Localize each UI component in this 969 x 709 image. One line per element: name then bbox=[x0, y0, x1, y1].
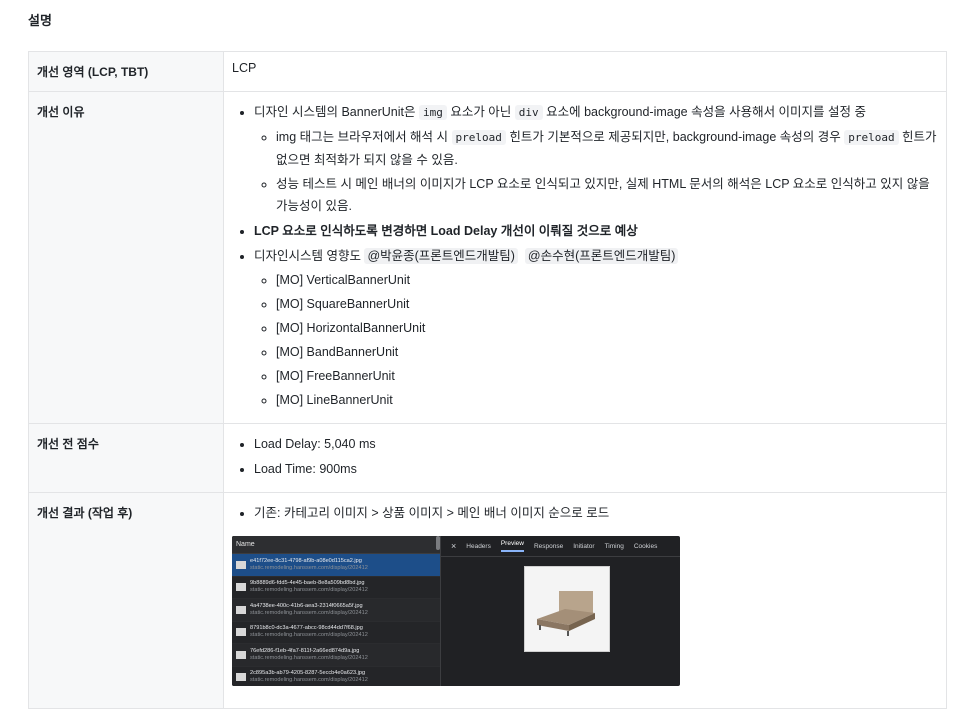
network-request-list: Name e41f72ee-8c31-4798-af9b-a08e0d115ca… bbox=[232, 536, 441, 686]
file-host: static.remodeling.hanssem.com/display/20… bbox=[250, 632, 368, 639]
bullet-list: 디자인 시스템의 BannerUnit은 img 요소가 아닌 div 요소에 … bbox=[232, 101, 938, 411]
file-name: 2c895a3b-ab79-4205-8287-5eccb4e0a623.jpg bbox=[250, 670, 366, 677]
sub-list: img 태그는 브라우저에서 해석 시 preload 힌트가 기본적으로 제공… bbox=[254, 126, 938, 217]
table-row: 개선 전 점수 Load Delay: 5,040 ms Load Time: … bbox=[28, 423, 947, 493]
inline-code: preload bbox=[451, 130, 506, 145]
image-thumbnail-icon bbox=[236, 673, 246, 682]
list-item: 기존: 카테고리 이미지 > 상품 이미지 > 메인 배너 이미지 순으로 로드 bbox=[254, 502, 938, 524]
list-item: 디자인 시스템의 BannerUnit은 img 요소가 아닌 div 요소에 … bbox=[254, 101, 938, 217]
text: 요소에 background-image 속성을 사용해서 이미지를 설정 중 bbox=[542, 105, 866, 119]
bullet-list: 기존: 카테고리 이미지 > 상품 이미지 > 메인 배너 이미지 순으로 로드 bbox=[232, 502, 938, 524]
close-icon: × bbox=[451, 541, 457, 551]
list-item: [MO] FreeBannerUnit bbox=[276, 365, 938, 387]
file-host: static.remodeling.hanssem.com/display/20… bbox=[250, 564, 368, 571]
image-thumbnail-icon bbox=[236, 605, 246, 614]
request-row: 4a4738ee-400c-41b6-aea3-2314f0665a5f.jpg… bbox=[232, 599, 440, 622]
table-row: 개선 결과 (작업 후) 기존: 카테고리 이미지 > 상품 이미지 > 메인 … bbox=[28, 492, 947, 709]
image-thumbnail-icon bbox=[236, 583, 246, 592]
file-host: static.remodeling.hanssem.com/display/20… bbox=[250, 609, 368, 616]
list-item: [MO] HorizontalBannerUnit bbox=[276, 317, 938, 339]
file-name: 9b8889d6-fdd5-4e45-baeb-8e8a509bd8bd.jpg bbox=[250, 580, 365, 587]
list-item: [MO] BandBannerUnit bbox=[276, 341, 938, 363]
tab-preview: Preview bbox=[500, 540, 524, 552]
list-item: Load Time: 900ms bbox=[254, 458, 938, 480]
list-item: Load Delay: 5,040 ms bbox=[254, 433, 938, 455]
mention-link[interactable]: @박윤종(프론트엔드개발팀) bbox=[364, 248, 518, 264]
tab-timing: Timing bbox=[604, 542, 624, 550]
section-heading: 설명 bbox=[28, 13, 52, 28]
request-row: 9b8889d6-fdd5-4e45-baeb-8e8a509bd8bd.jpg… bbox=[232, 577, 440, 599]
table-row: 개선 이유 디자인 시스템의 BannerUnit은 img 요소가 아닌 di… bbox=[28, 91, 947, 424]
inline-code: img bbox=[418, 105, 447, 120]
request-row: 2c895a3b-ab79-4205-8287-5eccb4e0a623.jpg… bbox=[232, 667, 440, 687]
bed-image bbox=[537, 591, 595, 636]
table-row: 개선 영역 (LCP, TBT) LCP bbox=[28, 51, 947, 92]
row-value: 디자인 시스템의 BannerUnit은 img 요소가 아닌 div 요소에 … bbox=[223, 91, 947, 424]
devtools-detail-pane: × Headers Preview Response Initiator Tim… bbox=[441, 536, 680, 686]
file-host: static.remodeling.hanssem.com/display/20… bbox=[250, 654, 368, 661]
name-column-header: Name bbox=[232, 536, 440, 554]
sub-list: [MO] VerticalBannerUnit [MO] SquareBanne… bbox=[254, 269, 938, 411]
text: 힌트가 기본적으로 제공되지만, background-image 속성의 경우 bbox=[505, 130, 845, 144]
mention-link[interactable]: @손수현(프론트엔드개발팀) bbox=[524, 248, 679, 264]
description-table: 개선 영역 (LCP, TBT) LCP 개선 이유 디자인 시스템의 Bann… bbox=[28, 51, 947, 709]
row-label: 개선 영역 (LCP, TBT) bbox=[28, 51, 224, 92]
inline-code: preload bbox=[844, 130, 899, 145]
scrollbar-thumb bbox=[436, 536, 440, 550]
text: 디자인시스템 영향도 bbox=[254, 249, 365, 263]
request-row: 76efd286-f1eb-4fa7-811f-2a66ed874d9a.jpg… bbox=[232, 644, 440, 667]
file-name: e41f72ee-8c31-4798-af9b-a08e0d115ca2.jpg bbox=[250, 557, 362, 564]
request-row: e41f72ee-8c31-4798-af9b-a08e0d115ca2.jpg… bbox=[232, 554, 440, 577]
row-value: LCP bbox=[223, 51, 947, 92]
tab-response: Response bbox=[533, 542, 564, 550]
image-thumbnail-icon bbox=[236, 560, 246, 569]
list-item: [MO] VerticalBannerUnit bbox=[276, 269, 938, 291]
request-row: 8791b8c0-dc3a-4677-abcc-98cd44dd7f68.jpg… bbox=[232, 622, 440, 644]
file-name: 4a4738ee-400c-41b6-aea3-2314f0665a5f.jpg bbox=[250, 602, 363, 609]
list-item: 디자인시스템 영향도 @박윤종(프론트엔드개발팀) @손수현(프론트엔드개발팀)… bbox=[254, 245, 938, 411]
list-item: LCP 요소로 인식하도록 변경하면 Load Delay 개선이 이뤄질 것으… bbox=[254, 220, 938, 242]
image-thumbnail-icon bbox=[236, 628, 246, 637]
row-value: 기존: 카테고리 이미지 > 상품 이미지 > 메인 배너 이미지 순으로 로드… bbox=[223, 492, 947, 709]
row-label: 개선 이유 bbox=[28, 91, 224, 424]
tab-initiator: Initiator bbox=[573, 542, 595, 550]
list-item: [MO] LineBannerUnit bbox=[276, 389, 938, 411]
inline-code: div bbox=[514, 105, 543, 120]
image-thumbnail-icon bbox=[236, 650, 246, 659]
list-item: [MO] SquareBannerUnit bbox=[276, 293, 938, 315]
list-item: img 태그는 브라우저에서 해석 시 preload 힌트가 기본적으로 제공… bbox=[276, 126, 938, 171]
file-name: 76efd286-f1eb-4fa7-811f-2a66ed874d9a.jpg bbox=[250, 647, 360, 654]
text: 디자인 시스템의 BannerUnit은 bbox=[254, 105, 419, 119]
row-value: Load Delay: 5,040 ms Load Time: 900ms bbox=[223, 423, 947, 493]
text: img 태그는 브라우저에서 해석 시 bbox=[276, 130, 452, 144]
file-host: static.remodeling.hanssem.com/display/20… bbox=[250, 677, 368, 684]
text: 요소가 아닌 bbox=[446, 105, 515, 119]
file-host: static.remodeling.hanssem.com/display/20… bbox=[250, 587, 368, 594]
bed-image-preview bbox=[524, 566, 610, 652]
tab-cookies: Cookies bbox=[633, 542, 658, 550]
list-item: 성능 테스트 시 메인 배너의 이미지가 LCP 요소로 인식되고 있지만, 실… bbox=[276, 173, 938, 217]
bullet-list: Load Delay: 5,040 ms Load Time: 900ms bbox=[232, 433, 938, 480]
row-label: 개선 결과 (작업 후) bbox=[28, 492, 224, 709]
devtools-screenshot: Name e41f72ee-8c31-4798-af9b-a08e0d115ca… bbox=[232, 536, 680, 686]
devtools-tabs: × Headers Preview Response Initiator Tim… bbox=[441, 536, 680, 557]
file-name: 8791b8c0-dc3a-4677-abcc-98cd44dd7f68.jpg bbox=[250, 625, 363, 632]
tab-headers: Headers bbox=[466, 542, 491, 550]
row-label: 개선 전 점수 bbox=[28, 423, 224, 493]
